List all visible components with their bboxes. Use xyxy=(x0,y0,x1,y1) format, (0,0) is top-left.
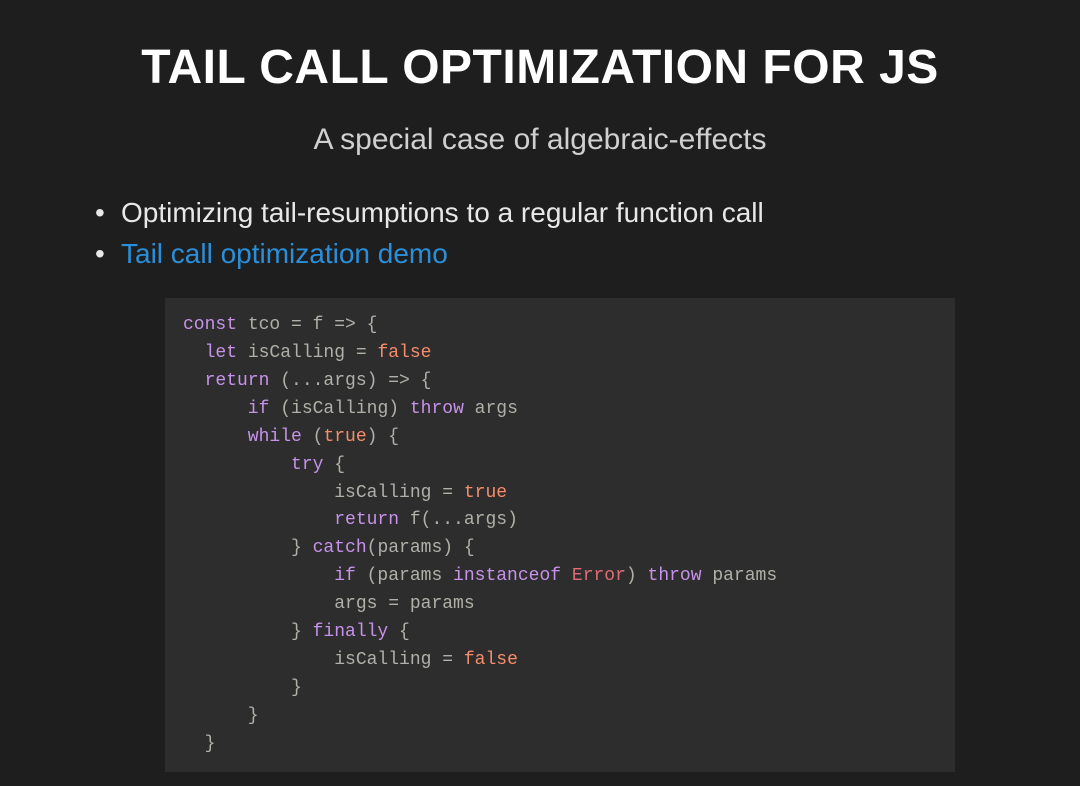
code-token: isCalling = xyxy=(183,483,464,503)
code-token: } xyxy=(183,734,215,754)
code-token: if xyxy=(183,566,356,586)
code-token: throw xyxy=(648,566,702,586)
code-token: } xyxy=(183,706,259,726)
code-token: } xyxy=(183,622,313,642)
code-token: const xyxy=(183,315,237,335)
code-token: ) xyxy=(626,566,648,586)
code-token: } xyxy=(183,678,302,698)
code-token: throw xyxy=(410,399,464,419)
code-token: ) { xyxy=(367,427,399,447)
code-token: } xyxy=(183,538,313,558)
code-token: f(...args) xyxy=(399,510,518,530)
code-token: params xyxy=(702,566,778,586)
code-token: catch xyxy=(313,538,367,558)
code-token: return xyxy=(183,371,269,391)
code-token: while xyxy=(183,427,302,447)
code-token xyxy=(561,566,572,586)
code-token: isCalling = xyxy=(183,650,464,670)
bullet-list: Optimizing tail-resumptions to a regular… xyxy=(85,193,995,274)
bullet-item-2-link[interactable]: Tail call optimization demo xyxy=(85,234,995,275)
code-token: true xyxy=(323,427,366,447)
code-token: tco = f => { xyxy=(237,315,377,335)
code-token: args = params xyxy=(183,594,475,614)
code-token: instanceof xyxy=(453,566,561,586)
code-block: const tco = f => { let isCalling = false… xyxy=(165,298,955,772)
code-token: (params xyxy=(356,566,453,586)
code-token: (params) { xyxy=(367,538,475,558)
bullet-item-1: Optimizing tail-resumptions to a regular… xyxy=(85,193,995,234)
code-token: true xyxy=(464,483,507,503)
code-token: { xyxy=(388,622,410,642)
slide-title: TAIL CALL OPTIMIZATION FOR JS xyxy=(85,40,995,95)
code-token: finally xyxy=(313,622,389,642)
code-token: { xyxy=(323,455,345,475)
code-token: (isCalling) xyxy=(269,399,409,419)
code-token: false xyxy=(464,650,518,670)
link-text: Tail call optimization demo xyxy=(121,238,448,269)
code-token: false xyxy=(377,343,431,363)
code-token: Error xyxy=(572,566,626,586)
code-token: args xyxy=(464,399,518,419)
code-token: (...args) => { xyxy=(269,371,431,391)
code-token: if xyxy=(183,399,269,419)
slide-subtitle: A special case of algebraic-effects xyxy=(85,123,995,157)
code-token: return xyxy=(183,510,399,530)
code-token: ( xyxy=(302,427,324,447)
code-token: isCalling = xyxy=(237,343,377,363)
code-token: let xyxy=(183,343,237,363)
code-token: try xyxy=(183,455,323,475)
